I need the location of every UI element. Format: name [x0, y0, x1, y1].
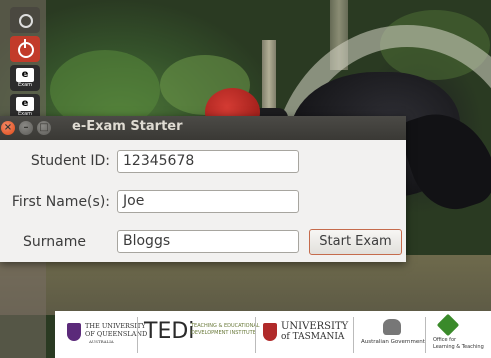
- surname-label: Surname: [23, 234, 86, 250]
- ubuntu-dash-icon: [19, 14, 33, 28]
- eexam-starter-dialog: × – □ e-Exam Starter Student ID: 1234567…: [0, 116, 406, 262]
- start-exam-button[interactable]: Start Exam: [309, 229, 402, 255]
- minimize-icon: –: [23, 122, 29, 133]
- olt-line1: Office for: [433, 337, 457, 343]
- utas-name-line2: of TASMANIA: [281, 332, 345, 342]
- surname-input[interactable]: Bloggs: [117, 230, 299, 253]
- eexam-launcher-button[interactable]: e Exam: [10, 65, 40, 91]
- gov-name: Australian Government: [361, 339, 425, 345]
- utas-crest-icon: [263, 323, 277, 341]
- forest-floor: [0, 255, 491, 315]
- minimize-button[interactable]: –: [19, 121, 33, 135]
- eexam-icon-label: Exam: [17, 82, 33, 88]
- utas-name-line1: UNIVERSITY: [281, 321, 349, 332]
- window-title: e-Exam Starter: [72, 119, 183, 134]
- olt-logo-icon: [436, 313, 460, 337]
- first-name-input[interactable]: Joe: [117, 190, 299, 213]
- sponsor-logos-bar: THE UNIVERSITY OF QUEENSLAND AUSTRALIA T…: [55, 311, 491, 358]
- window-titlebar[interactable]: × – □ e-Exam Starter: [0, 116, 406, 140]
- dash-button[interactable]: [10, 7, 40, 33]
- olt-line2: Learning & Teaching: [433, 344, 484, 350]
- uq-crest-icon: [67, 323, 81, 341]
- tedi-sub1: TEACHING & EDUCATIONAL: [191, 323, 260, 329]
- tedi-logo: TEDi: [144, 319, 195, 344]
- first-name-label: First Name(s):: [11, 194, 110, 210]
- power-button[interactable]: [10, 36, 40, 62]
- student-id-input[interactable]: 12345678: [117, 150, 299, 173]
- student-id-label: Student ID:: [30, 153, 110, 169]
- coat-of-arms-icon: [383, 319, 401, 335]
- close-icon: ×: [3, 122, 13, 133]
- power-icon: [18, 42, 34, 58]
- maximize-icon: □: [39, 122, 49, 133]
- uq-name-line3: AUSTRALIA: [89, 339, 114, 344]
- tedi-sub2: DEVELOPMENT INSTITUTE: [191, 330, 256, 336]
- eexam-icon: e: [16, 97, 34, 111]
- maximize-button[interactable]: □: [37, 121, 51, 135]
- eexam-icon: e: [16, 68, 34, 82]
- close-button[interactable]: ×: [1, 121, 15, 135]
